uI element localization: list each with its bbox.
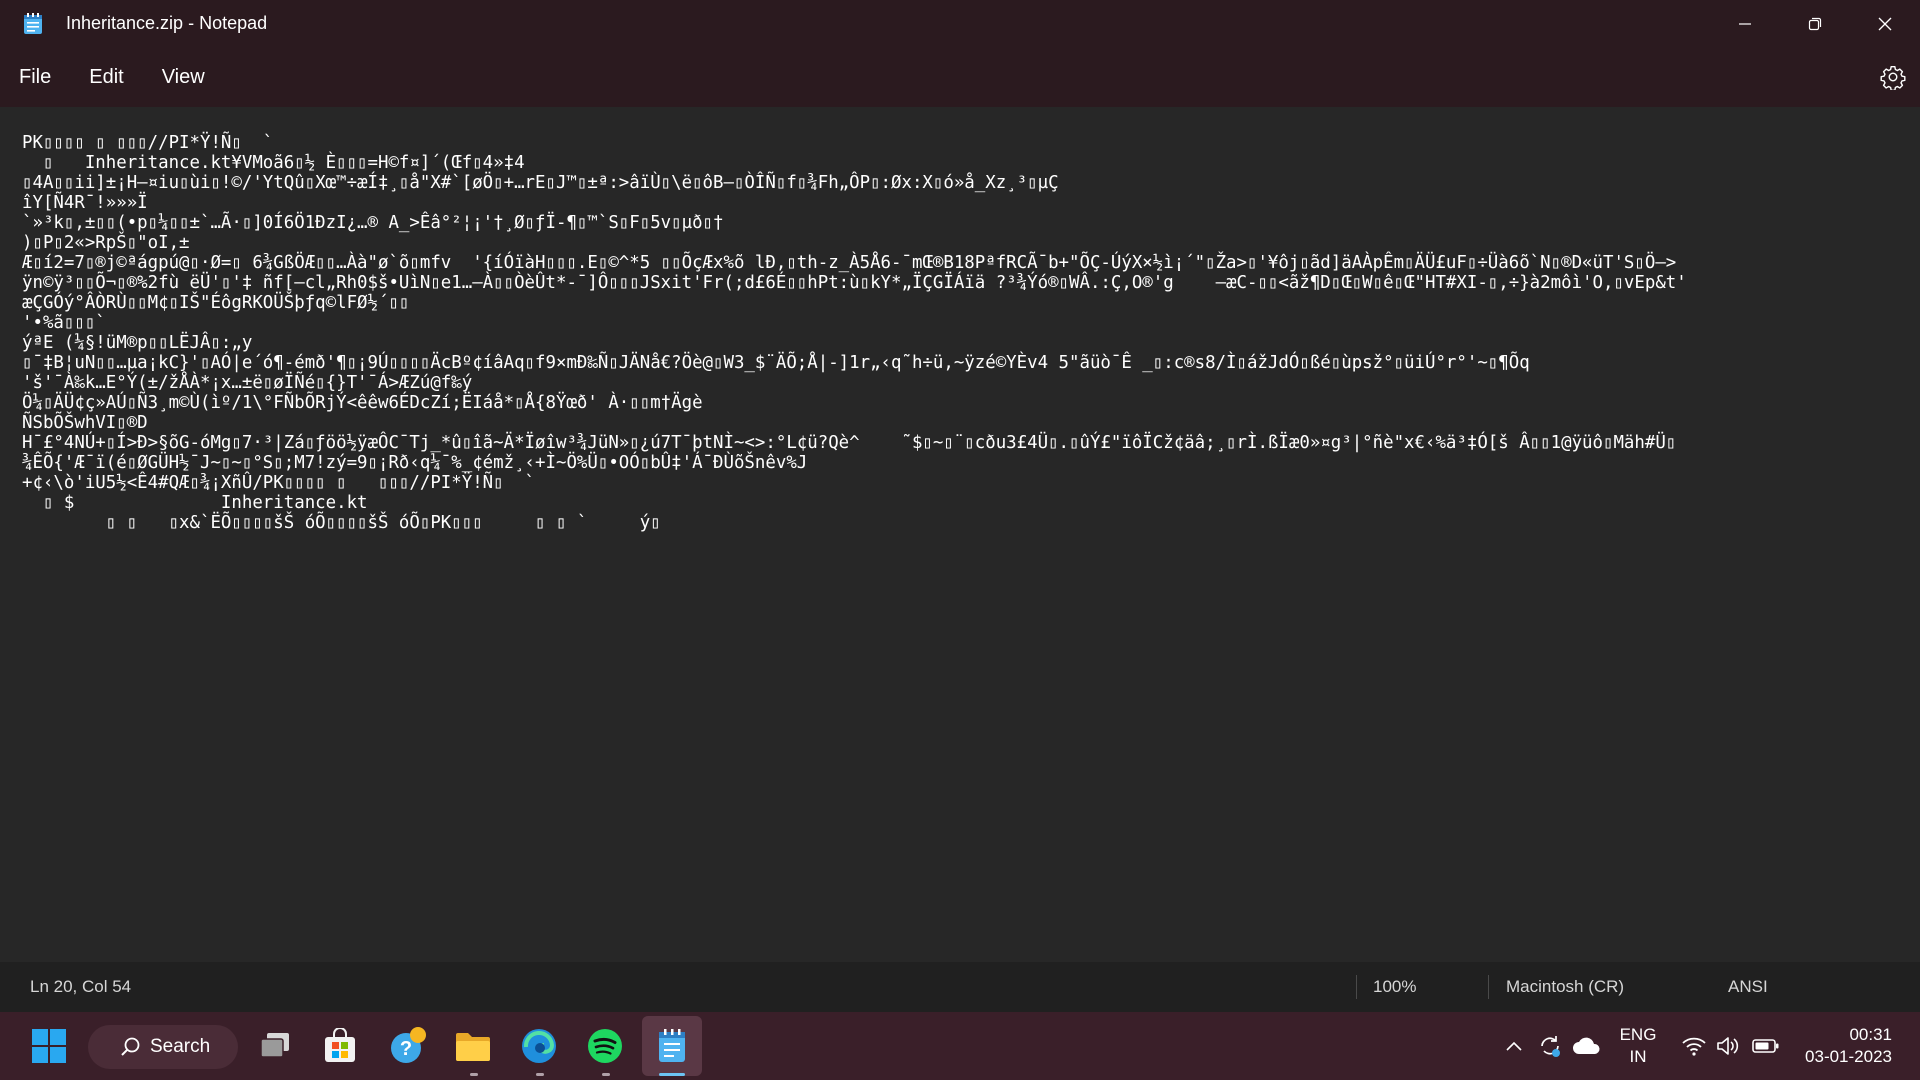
window-title: Inheritance.zip - Notepad	[66, 13, 268, 33]
show-hidden-icons-button[interactable]	[1502, 1024, 1526, 1068]
store-icon	[325, 1028, 355, 1062]
edge-browser-icon	[522, 1029, 556, 1063]
running-indicator	[602, 1073, 610, 1076]
cursor-position: Ln 20, Col 54	[30, 977, 132, 996]
line-ending: Macintosh (CR)	[1506, 977, 1625, 996]
restore-button[interactable]	[1780, 0, 1850, 47]
onedrive-button[interactable]	[1567, 1024, 1607, 1068]
gear-icon	[1880, 66, 1906, 92]
speaker-icon	[1717, 1037, 1739, 1055]
restore-icon	[1808, 17, 1822, 30]
status-divider	[1488, 975, 1489, 999]
spotify-icon	[588, 1029, 622, 1063]
region-code: IN	[1629, 1047, 1647, 1066]
search-icon	[121, 1037, 140, 1056]
task-view-icon	[260, 1033, 289, 1058]
title-bar: Inheritance.zip - Notepad	[0, 0, 1920, 47]
settings-button[interactable]	[1880, 64, 1906, 92]
file-explorer-button[interactable]	[451, 1024, 495, 1068]
start-button[interactable]	[27, 1024, 71, 1068]
taskbar-search[interactable]: Search	[88, 1025, 238, 1069]
running-indicator	[536, 1073, 544, 1076]
volume-button[interactable]	[1708, 1024, 1748, 1068]
help-icon: ?	[391, 1027, 426, 1063]
edge-button[interactable]	[517, 1024, 561, 1068]
cloud-icon	[1573, 1037, 1600, 1054]
status-bar: Ln 20, Col 54 100% Macintosh (CR) ANSI	[0, 962, 1920, 1012]
sync-icon	[1541, 1036, 1560, 1057]
notepad-taskbar-button[interactable]	[650, 1024, 694, 1068]
text-editor[interactable]: PK▯▯▯▯ ▯ ▯▯▯//PI*Ÿ!Ñ▯ ` ▯ Inheritance.kt…	[0, 107, 1920, 962]
close-icon	[1878, 17, 1892, 30]
clock-date: 03-01-2023	[1805, 1047, 1892, 1066]
encoding: ANSI	[1728, 977, 1768, 996]
language-indicator[interactable]: ENG IN	[1618, 1024, 1658, 1068]
menu-bar: File Edit View	[0, 47, 1920, 107]
active-indicator	[659, 1073, 685, 1076]
folder-icon	[456, 1033, 490, 1061]
language-code: ENG	[1619, 1025, 1657, 1044]
chevron-up-icon	[1506, 1041, 1522, 1051]
task-view-button[interactable]	[253, 1024, 297, 1068]
menu-file[interactable]: File	[0, 47, 70, 107]
notepad-icon	[659, 1029, 685, 1062]
taskbar: Search ? ENG IN 00:31 03-01-2023	[0, 1012, 1920, 1080]
minimize-icon	[1739, 22, 1751, 25]
get-help-button[interactable]: ?	[386, 1024, 430, 1068]
menu-view[interactable]: View	[143, 47, 224, 107]
status-divider	[1356, 975, 1357, 999]
sync-button[interactable]	[1532, 1024, 1568, 1068]
battery-button[interactable]	[1744, 1024, 1788, 1068]
minimize-button[interactable]	[1710, 0, 1780, 47]
search-label: Search	[150, 1036, 211, 1057]
battery-icon	[1752, 1039, 1779, 1053]
notepad-app-icon	[23, 12, 43, 35]
close-button[interactable]	[1850, 0, 1920, 47]
spotify-button[interactable]	[583, 1024, 627, 1068]
zoom-level: 100%	[1373, 977, 1417, 996]
running-indicator	[470, 1073, 478, 1076]
clock-time: 00:31	[1849, 1025, 1892, 1044]
microsoft-store-button[interactable]	[318, 1024, 362, 1068]
editor-content[interactable]: PK▯▯▯▯ ▯ ▯▯▯//PI*Ÿ!Ñ▯ ` ▯ Inheritance.kt…	[0, 107, 1920, 533]
clock[interactable]: 00:31 03-01-2023	[1800, 1024, 1892, 1068]
svg-text:?: ?	[400, 1038, 412, 1060]
windows-logo-icon	[32, 1029, 66, 1063]
wifi-icon	[1682, 1037, 1706, 1056]
menu-edit[interactable]: Edit	[70, 47, 142, 107]
